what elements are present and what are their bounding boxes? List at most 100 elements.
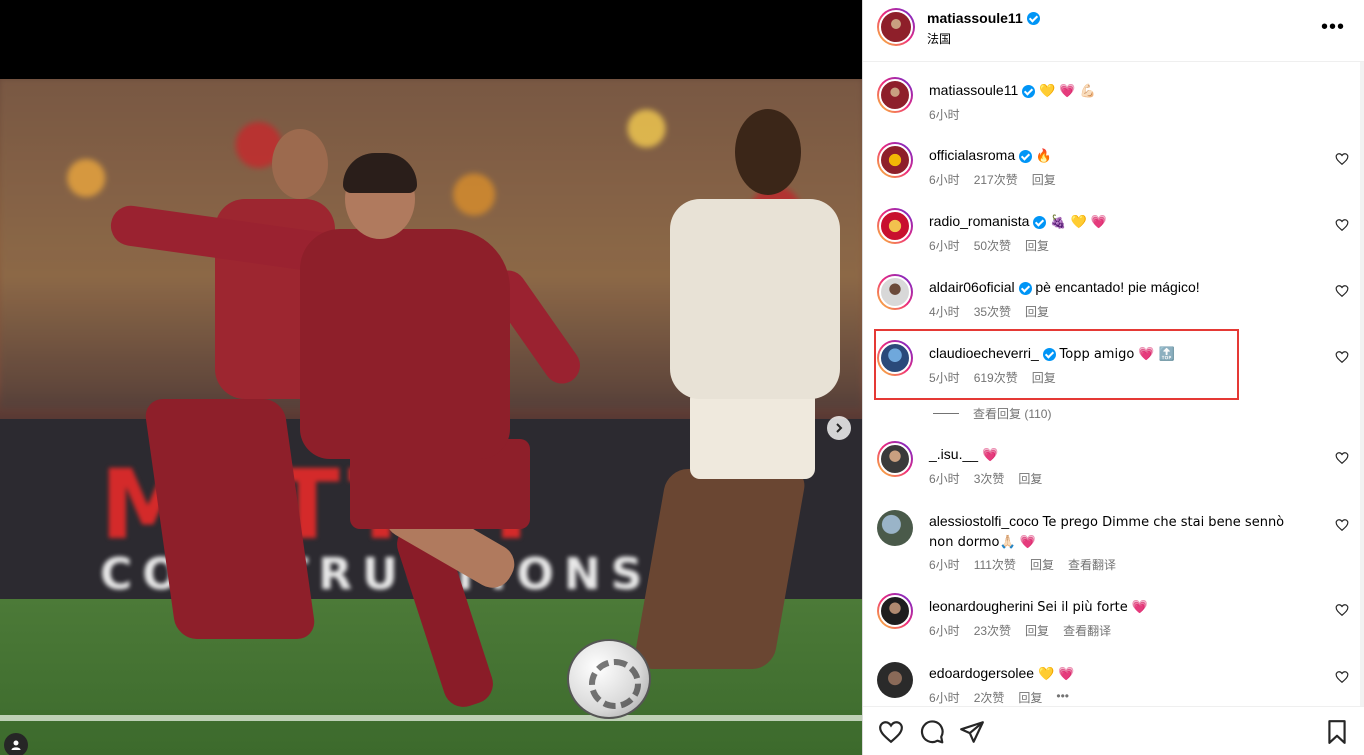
comment-meta: 5小时 619次赞 回复 [929,369,1056,386]
comment-likes[interactable]: 50次赞 [974,237,1011,254]
author-header: matiassoule11 [927,10,1040,26]
comment-username[interactable]: aldair06oficial [929,279,1015,295]
highlight-box [874,329,1239,400]
like-heart-icon[interactable] [1335,451,1349,465]
comment-username[interactable]: _.isu.__ [929,446,978,462]
comment-meta: 6小时 111次赞 回复 查看翻译 [929,556,1116,573]
comment-bubble-icon[interactable] [919,719,945,745]
comment-username[interactable]: radio_romanista [929,213,1029,229]
tagged-users-button[interactable] [4,733,28,755]
comment-body: aldair06oficial pè encantado! pie mágico… [929,278,1309,297]
next-image-button[interactable] [827,416,851,440]
verified-badge-icon [1033,215,1047,229]
avatar[interactable] [877,662,913,698]
avatar[interactable] [877,142,913,178]
comment-body: claudioecheverri_ Topp amigo 💗 🔝 [929,344,1309,364]
post-panel: matiassoule11 法国 ••• matiassoule11 💛 💗 💪… [862,0,1364,755]
avatar[interactable] [877,274,913,310]
comment-meta: 4小时 35次赞 回复 [929,303,1049,320]
reply-button[interactable]: 回复 [1018,470,1042,487]
bookmark-icon[interactable] [1324,719,1350,745]
comment-username[interactable]: claudioecheverri_ [929,345,1039,361]
comment-username[interactable]: leonardougherini [929,598,1033,614]
comment-body: leonardougherini Sei il più forte 💗 [929,597,1309,617]
avatar[interactable] [877,441,913,477]
comment-body: officialasroma 🔥 [929,146,1309,166]
avatar[interactable] [877,208,913,244]
comment-likes[interactable]: 2次赞 [974,689,1005,706]
main-player-body [300,229,510,459]
comment-time: 6小时 [929,691,960,705]
verified-badge-icon [1019,149,1033,163]
comment-body: alessiostolfi_coco Te prego Dimme che st… [929,512,1309,552]
like-heart-icon[interactable] [1335,518,1349,532]
author-username[interactable]: matiassoule11 [927,10,1023,26]
reply-button[interactable]: 回复 [1030,556,1054,573]
comment-time: 6小时 [929,472,960,486]
comment-likes[interactable]: 217次赞 [974,171,1018,188]
like-heart-icon[interactable] [1335,218,1349,232]
like-heart-icon[interactable] [1335,670,1349,684]
opponent-player-shorts [690,389,815,479]
reply-button[interactable]: 回复 [1025,303,1049,320]
post-location[interactable]: 法国 [927,30,951,47]
comment-text: Sei il più forte 💗 [1037,600,1149,615]
comment-likes[interactable]: 35次赞 [974,303,1011,320]
comment-username[interactable]: alessiostolfi_coco [929,513,1039,529]
more-options-icon[interactable]: ••• [1321,16,1345,39]
like-heart-icon[interactable] [878,719,904,745]
avatar[interactable] [877,340,913,376]
reply-button[interactable]: 回复 [1025,622,1049,639]
comment-username[interactable]: officialasroma [929,147,1015,163]
comments-scrollbar[interactable] [1360,62,1364,706]
comment-text: 💛 💗 [1037,667,1075,682]
verified-badge-icon [1022,84,1036,98]
like-heart-icon[interactable] [1335,152,1349,166]
post-header: matiassoule11 法国 ••• [863,0,1364,62]
view-replies-button[interactable]: 查看回复 (110) [933,405,1051,422]
comment-time: 6小时 [929,108,960,122]
avatar[interactable] [877,510,913,546]
comment-meta: 6小时 3次赞 回复 [929,470,1042,487]
avatar[interactable] [877,77,913,113]
replies-divider [933,413,959,414]
comment-meta: 6小时 50次赞 回复 [929,237,1049,254]
like-heart-icon[interactable] [1335,350,1349,364]
comment-text: 💛 💗 💪🏻 [1039,84,1096,99]
share-paper-plane-icon[interactable] [959,719,985,745]
comment-likes[interactable]: 3次赞 [974,470,1005,487]
post-media: MATTTI CONSTRUCTIONS [0,0,862,755]
comment-likes[interactable]: 23次赞 [974,622,1011,639]
reply-button[interactable]: 回复 [1025,237,1049,254]
comment-text: pè encantado! pie mágico! [1035,279,1200,295]
comment-body: edoardogersolee 💛 💗 [929,664,1309,684]
comment-text: Topp amigo 💗 🔝 [1059,347,1175,362]
translate-button[interactable]: 查看翻译 [1063,622,1111,639]
comment-options-icon[interactable]: ••• [1056,689,1069,706]
avatar[interactable] [877,593,913,629]
reply-button[interactable]: 回复 [1018,689,1042,706]
comment-time: 6小时 [929,558,960,572]
comment-time: 6小时 [929,624,960,638]
opponent-player-head [735,109,801,195]
football [567,639,651,719]
comment-username[interactable]: matiassoule11 [929,82,1018,98]
comment-body: radio_romanista 🍇 💛 💗 [929,212,1309,232]
comment-text: 💗 [981,448,999,463]
comment-text: 🍇 💛 💗 [1050,215,1107,230]
background-player-head [272,129,328,199]
comment-likes[interactable]: 111次赞 [974,556,1016,573]
author-avatar[interactable] [877,8,915,46]
like-heart-icon[interactable] [1335,284,1349,298]
verified-badge-icon [1026,11,1040,25]
reply-button[interactable]: 回复 [1032,369,1056,386]
like-heart-icon[interactable] [1335,603,1349,617]
reply-button[interactable]: 回复 [1032,171,1056,188]
action-bar [863,706,1364,755]
comment-username[interactable]: edoardogersolee [929,665,1034,681]
comment-body: _.isu.__ 💗 [929,445,1309,465]
verified-badge-icon [1042,347,1056,361]
translate-button[interactable]: 查看翻译 [1068,556,1116,573]
comment-likes[interactable]: 619次赞 [974,369,1018,386]
user-icon [11,740,21,750]
